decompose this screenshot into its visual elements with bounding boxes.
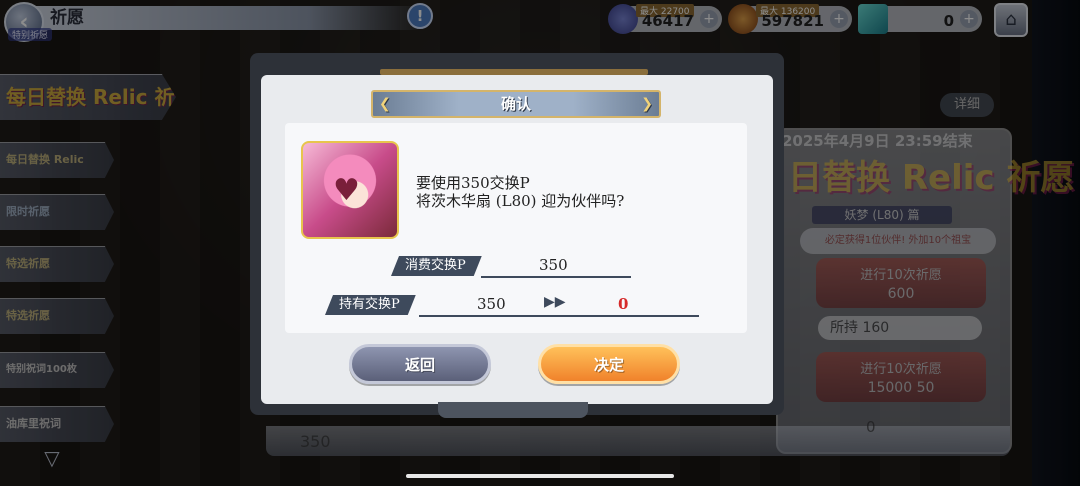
chevron-right-icon: ❯ bbox=[641, 96, 653, 112]
held-label: 持有交换P bbox=[325, 295, 416, 315]
cost-row: 消费交换P 350 bbox=[391, 256, 631, 278]
held-underline bbox=[419, 315, 699, 317]
held-before: 350 bbox=[477, 295, 506, 313]
cost-value: 350 bbox=[539, 256, 568, 274]
dialog-body: ♥ 要使用350交换P 将茨木华扇 (L80) 迎为伙伴吗? 消费交换P 350… bbox=[285, 123, 747, 333]
dialog-message: 要使用350交换P 将茨木华扇 (L80) 迎为伙伴吗? bbox=[416, 174, 624, 210]
dialog-panel: ❮ 确认 ❯ ♥ 要使用350交换P 将茨木华扇 (L80) 迎为伙伴吗? 消费… bbox=[261, 75, 773, 404]
cost-label: 消费交换P bbox=[391, 256, 482, 276]
character-portrait: ♥ bbox=[301, 141, 399, 239]
held-row: 持有交换P 350 ▶▶ 0 bbox=[325, 294, 699, 317]
home-indicator[interactable] bbox=[406, 474, 674, 478]
confirm-button[interactable]: 决定 bbox=[538, 344, 680, 384]
message-line-2: 将茨木华扇 (L80) 迎为伙伴吗? bbox=[416, 192, 625, 210]
dialog-title: 确认 bbox=[500, 95, 531, 113]
cost-underline bbox=[481, 276, 631, 278]
held-after: 0 bbox=[618, 295, 629, 313]
character-face-icon: ♥ bbox=[333, 173, 360, 208]
dialog-foot-decoration bbox=[438, 402, 588, 418]
dialog-title-bar: ❮ 确认 ❯ bbox=[371, 90, 661, 118]
message-line-1: 要使用350交换P bbox=[416, 174, 530, 192]
back-button[interactable]: 返回 bbox=[349, 344, 491, 384]
chevron-left-icon: ❮ bbox=[379, 96, 391, 112]
double-arrow-icon: ▶▶ bbox=[544, 294, 566, 310]
confirm-dialog: ❮ 确认 ❯ ♥ 要使用350交换P 将茨木华扇 (L80) 迎为伙伴吗? 消费… bbox=[250, 53, 784, 418]
